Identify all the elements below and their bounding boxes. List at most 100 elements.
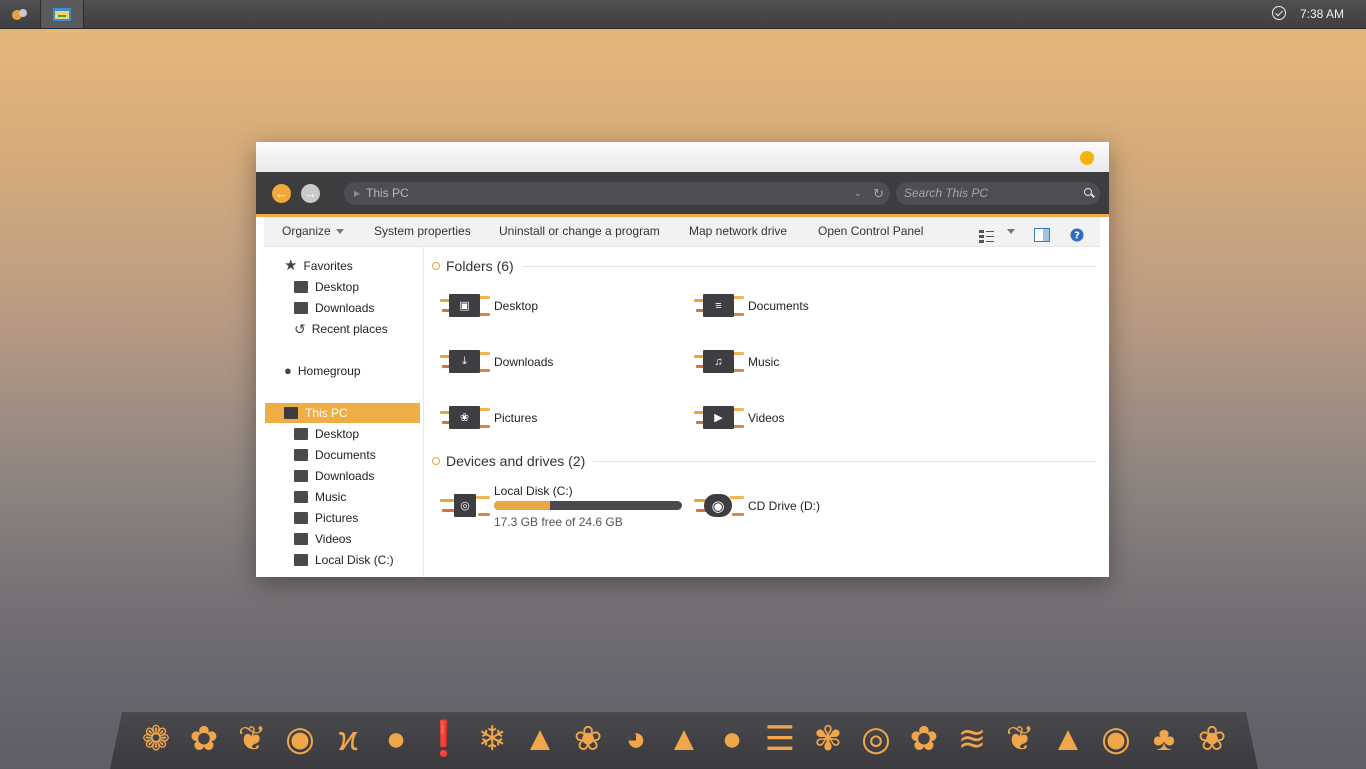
refresh-icon[interactable]: ↻: [873, 182, 884, 205]
dock-candle-flame-icon[interactable]: ▲: [1048, 716, 1088, 762]
dock-drop-icon[interactable]: ●: [376, 716, 416, 762]
dock-beehive-icon[interactable]: ☰: [760, 716, 800, 762]
dock-jellyfish-icon[interactable]: ❄: [472, 716, 512, 762]
dock-fire-icon[interactable]: ▲: [664, 716, 704, 762]
sidebar-item-pc-downloads[interactable]: Downloads: [294, 466, 374, 486]
dock-flame-icon[interactable]: ▲: [520, 716, 560, 762]
sidebar-item-label: Homegroup: [297, 364, 361, 378]
search-icon[interactable]: [1084, 188, 1092, 196]
drive-usage-bar: [494, 500, 682, 510]
map-network-drive-button[interactable]: Map network drive: [689, 217, 787, 246]
section-title: Folders (6): [446, 258, 514, 274]
folder-tile-pictures[interactable]: ❀ Pictures: [440, 403, 537, 433]
dock-drop-flame-icon[interactable]: ◉: [280, 716, 320, 762]
folder-label: Pictures: [494, 411, 538, 425]
dock-sprout-icon[interactable]: ✿: [904, 716, 944, 762]
dock-sun-flower-icon[interactable]: ❁: [136, 716, 176, 762]
computer-icon: [284, 407, 298, 419]
dock-rose-icon[interactable]: ❀: [1192, 716, 1232, 762]
preview-pane-icon: [1034, 228, 1050, 242]
search-input[interactable]: Search This PC: [896, 182, 1100, 205]
folders-section-header[interactable]: Folders (6): [432, 255, 1096, 277]
folder-explorer-icon: [53, 8, 71, 21]
cd-drive-icon: ◉: [694, 491, 744, 521]
dock-lotus-icon[interactable]: ❀: [568, 716, 608, 762]
sidebar-item-recent-places[interactable]: ↺ Recent places: [294, 319, 388, 339]
help-button[interactable]: ?: [1070, 224, 1084, 242]
sidebar-item-label: Videos: [315, 532, 352, 546]
view-dropdown-button[interactable]: [1002, 217, 1015, 246]
start-button[interactable]: [0, 0, 41, 28]
taskbar-clock[interactable]: 7:38 AM: [1300, 0, 1344, 28]
sidebar-item-pc-pictures[interactable]: Pictures: [294, 508, 358, 528]
dock-grass-icon[interactable]: ✾: [808, 716, 848, 762]
help-icon: ?: [1070, 228, 1084, 242]
open-control-panel-button[interactable]: Open Control Panel: [818, 217, 923, 246]
address-text: This PC: [366, 186, 409, 200]
sidebar-item-label: Desktop: [315, 280, 360, 294]
devices-section-header[interactable]: Devices and drives (2): [432, 450, 1096, 472]
sidebar-item-fav-downloads[interactable]: Downloads: [294, 298, 374, 318]
organize-label: Organize: [282, 224, 331, 238]
folder-tile-videos[interactable]: ▶ Videos: [694, 403, 784, 433]
drive-tile-cd-drive[interactable]: ◉ CD Drive (D:): [694, 491, 820, 521]
local-disk-icon: [294, 554, 308, 566]
uninstall-program-button[interactable]: Uninstall or change a program: [499, 217, 660, 246]
sidebar-item-pc-documents[interactable]: Documents: [294, 445, 376, 465]
dock-wave-leaf-icon[interactable]: ≋: [952, 716, 992, 762]
sidebar-item-pc-desktop[interactable]: Desktop: [294, 424, 359, 444]
folder-tile-documents[interactable]: ≡ Documents: [694, 291, 809, 321]
title-bar[interactable]: [256, 142, 1109, 172]
address-bar[interactable]: ▶ This PC ⌄ ↻: [344, 182, 890, 205]
command-toolbar: Organize System properties Uninstall or …: [264, 217, 1100, 247]
sidebar-item-label: Downloads: [315, 301, 375, 315]
drive-usage-fill: [494, 500, 550, 510]
folder-tile-desktop[interactable]: ▣ Desktop: [440, 291, 538, 321]
drive-tile-local-disk[interactable]: ◎ Local Disk (C:) 17.3 GB free of 24.6 G…: [440, 482, 682, 530]
sidebar-item-label: Recent places: [311, 322, 388, 336]
star-icon: ★: [284, 257, 298, 274]
sidebar-item-fav-desktop[interactable]: Desktop: [294, 277, 359, 297]
dock-flame-wisp-icon[interactable]: ❗: [423, 716, 465, 762]
close-button[interactable]: [1080, 151, 1094, 165]
taskbar-file-explorer[interactable]: [41, 0, 84, 28]
sidebar-item-pc-videos[interactable]: Videos: [294, 529, 351, 549]
forward-button[interactable]: →: [301, 184, 320, 203]
dock-water-drop-icon[interactable]: ●: [712, 716, 752, 762]
desktop-icon: [294, 428, 308, 440]
folder-label: Downloads: [494, 355, 554, 369]
dock-tree-icon[interactable]: ♣: [1144, 716, 1184, 762]
music-icon: [294, 491, 308, 503]
dock-bubble-drop-icon[interactable]: ◉: [1096, 716, 1136, 762]
sidebar-item-favorites[interactable]: ★ Favorites: [284, 256, 353, 276]
sidebar-item-pc-local-disk[interactable]: Local Disk (C:): [294, 550, 394, 570]
dock-owl-icon[interactable]: ◕: [616, 716, 656, 762]
navigation-bar: ← → ▶ This PC ⌄ ↻ Search This PC: [256, 172, 1109, 217]
folder-label: Music: [748, 355, 780, 369]
content-pane: Folders (6) ▣ Desktop ≡ Documents ⤓ Down…: [424, 246, 1109, 577]
dock-butterfly-icon[interactable]: ❦: [232, 716, 272, 762]
folder-label: Desktop: [494, 299, 539, 313]
dock-leaf-icon[interactable]: ❦: [1000, 716, 1040, 762]
download-tray-icon[interactable]: [1272, 6, 1286, 20]
preview-pane-button[interactable]: [1034, 224, 1050, 242]
dock-seed-drop-icon[interactable]: ◎: [856, 716, 896, 762]
desktop-folder-icon: ▣: [440, 291, 490, 321]
section-title: Devices and drives (2): [446, 453, 586, 469]
back-button[interactable]: ←: [272, 184, 291, 203]
navigation-pane: ★ Favorites Desktop Downloads ↺ Recent pla…: [256, 246, 424, 577]
folder-tile-music[interactable]: ♫ Music: [694, 347, 779, 377]
sidebar-item-this-pc[interactable]: This PC: [284, 403, 348, 423]
organize-button[interactable]: Organize: [282, 217, 344, 246]
dock-swirl-icon[interactable]: ϰ: [328, 716, 368, 762]
sidebar-item-pc-music[interactable]: Music: [294, 487, 346, 507]
breadcrumb-arrow-icon[interactable]: ▶: [354, 182, 360, 205]
folder-tile-downloads[interactable]: ⤓ Downloads: [440, 347, 553, 377]
chevron-down-icon[interactable]: ⌄: [854, 182, 862, 205]
drive-label: Local Disk (C:): [494, 483, 573, 498]
section-divider: [521, 265, 1096, 267]
change-view-button[interactable]: [979, 225, 995, 243]
system-properties-button[interactable]: System properties: [374, 217, 471, 246]
dock-leaf-plant-icon[interactable]: ✿: [184, 716, 224, 762]
sidebar-item-homegroup[interactable]: ● Homegroup: [284, 361, 361, 381]
